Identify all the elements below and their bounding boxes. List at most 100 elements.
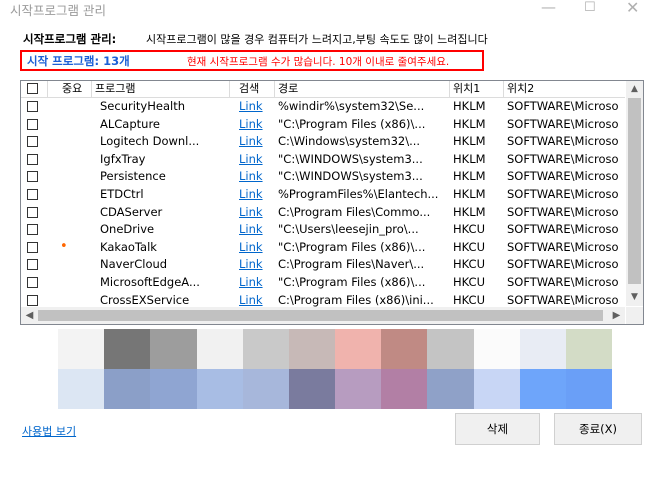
scroll-down-button[interactable]: ▼ [626, 289, 643, 306]
row-search-link[interactable]: Link [230, 221, 275, 238]
row-checkbox-cell [21, 186, 48, 203]
row-checkbox[interactable] [27, 189, 38, 200]
row-checkbox[interactable] [27, 101, 38, 112]
maximize-button[interactable]: ☐ [584, 0, 596, 15]
startup-warning: 현재 시작프로그램 수가 많습니다. 10개 이내로 줄여주세요. [187, 56, 450, 68]
table-row[interactable]: SecurityHealth Link %windir%\system32\Se..… [21, 98, 625, 116]
color-swatch [335, 329, 382, 369]
row-search-link[interactable]: Link [230, 239, 275, 256]
row-checkbox-cell [21, 151, 48, 168]
color-swatch [242, 369, 290, 409]
table-row[interactable]: ETDCtrl Link %ProgramFiles%\Elantech... HKL… [21, 186, 625, 204]
row-path: "C:\WINDOWS\system3... [278, 151, 423, 166]
horizontal-scrollbar[interactable]: ◀ ▶ [21, 307, 625, 324]
row-program-name: ETDCtrl [100, 187, 144, 201]
table-header: 중요 프로그램 검색 경로 위치1 위치2 [21, 81, 625, 98]
row-search-link[interactable]: Link [230, 168, 275, 185]
startup-program-table[interactable]: 중요 프로그램 검색 경로 위치1 위치2 SecurityHealth Link… [20, 80, 644, 325]
row-checkbox[interactable] [27, 224, 38, 236]
row-search-link[interactable]: Link [230, 256, 275, 273]
row-location2: SOFTWARE\Microso [507, 151, 619, 166]
row-checkbox[interactable] [27, 206, 38, 218]
column-header-program[interactable]: 프로그램 [92, 81, 230, 97]
row-search-link[interactable]: Link [230, 186, 275, 203]
column-header-search[interactable]: 검색 [230, 81, 275, 97]
row-search-link[interactable]: Link [230, 98, 275, 115]
table-row[interactable]: ALCapture Link "C:\Program Files (x86)\...… [21, 116, 625, 134]
row-checkbox[interactable] [27, 277, 38, 288]
row-location1: HKCU [453, 275, 486, 289]
row-location2: SOFTWARE\Microso [507, 134, 619, 149]
color-swatch [519, 369, 567, 409]
table-row[interactable]: IgfxTray Link "C:\WINDOWS\system3... HKLM SO… [21, 151, 625, 169]
view-usage-link[interactable]: 사용법 보기 [22, 423, 76, 439]
table-row[interactable]: CDAServer Link C:\Program Files\Commo... HK… [21, 204, 625, 222]
header-select-all[interactable] [21, 81, 48, 97]
row-important [48, 221, 92, 238]
color-swatch [381, 369, 428, 409]
color-swatch [565, 329, 613, 369]
title-bar: 시작프로그램 관리 — ☐ ✕ [0, 0, 655, 22]
row-location1: HKCU [453, 239, 486, 254]
row-checkbox[interactable] [27, 136, 38, 148]
column-header-path[interactable]: 경로 [275, 81, 450, 97]
color-swatch [381, 329, 428, 369]
table-row[interactable]: OneDrive Link "C:\Users\leesejin_pro\... HK… [21, 221, 625, 239]
color-swatch [58, 329, 105, 369]
row-search-link[interactable]: Link [230, 151, 275, 168]
row-checkbox[interactable] [27, 294, 38, 306]
color-swatch [196, 329, 244, 369]
color-swatch [519, 329, 567, 369]
column-header-location2[interactable]: 위치2 [504, 81, 625, 97]
row-program-name: KakaoTalk [100, 239, 157, 254]
horizontal-scroll-thumb[interactable] [38, 310, 603, 321]
scroll-left-button[interactable]: ◀ [21, 307, 38, 324]
row-path: C:\Windows\system32\... [278, 134, 421, 149]
row-search-link[interactable]: Link [230, 133, 275, 150]
row-checkbox[interactable] [27, 118, 38, 130]
row-search-link[interactable]: Link [230, 274, 275, 291]
row-checkbox[interactable] [27, 153, 38, 165]
row-location1: HKLM [453, 99, 486, 113]
row-location1: HKLM [453, 151, 486, 166]
minimize-button[interactable]: — [541, 0, 556, 16]
column-header-important[interactable]: 중요 [48, 81, 92, 97]
row-search-link[interactable]: Link [230, 116, 275, 133]
row-checkbox-cell [21, 204, 48, 221]
row-path: "C:\Program Files (x86)\... [278, 116, 426, 131]
row-path: "C:\WINDOWS\system3... [278, 169, 423, 184]
row-program-name: CDAServer [100, 204, 163, 219]
select-all-checkbox[interactable] [27, 83, 38, 94]
vertical-scrollbar[interactable]: ▲ ▼ [626, 81, 643, 306]
row-location1: HKLM [453, 169, 486, 184]
row-location1: HKCU [453, 222, 486, 237]
scroll-right-button[interactable]: ▶ [608, 307, 625, 324]
row-location2: SOFTWARE\Microso [507, 275, 619, 289]
row-program-name: SecurityHealth [100, 99, 185, 113]
row-checkbox[interactable] [27, 171, 38, 183]
row-checkbox[interactable] [27, 259, 38, 271]
row-location2: SOFTWARE\Microso [507, 222, 619, 237]
row-search-link[interactable]: Link [230, 204, 275, 221]
row-location1: HKLM [453, 134, 486, 149]
delete-button[interactable]: 삭제 [455, 413, 540, 445]
table-row[interactable]: MicrosoftEdgeA... Link "C:\Program Files (… [21, 274, 625, 292]
color-swatch [58, 369, 105, 409]
table-row[interactable]: Logitech Downl... Link C:\Windows\system32… [21, 133, 625, 151]
row-important [48, 133, 92, 150]
table-row[interactable]: • KakaoTalk Link "C:\Program Files (x86)\..… [21, 239, 625, 257]
table-row[interactable]: Persistence Link "C:\WINDOWS\system3... HKL… [21, 168, 625, 186]
row-important [48, 256, 92, 273]
row-checkbox-cell [21, 256, 48, 273]
column-header-location1[interactable]: 위치1 [450, 81, 504, 97]
exit-button[interactable]: 종료(X) [554, 413, 642, 445]
row-checkbox[interactable] [27, 241, 38, 253]
row-important: • [60, 238, 68, 254]
vertical-scroll-thumb[interactable] [628, 98, 641, 284]
row-program-name: IgfxTray [100, 151, 146, 166]
scroll-up-button[interactable]: ▲ [626, 81, 643, 98]
table-row[interactable]: NaverCloud Link C:\Program Files\Naver\...… [21, 256, 625, 274]
row-location2: SOFTWARE\Microso [507, 187, 619, 201]
row-important [48, 98, 92, 115]
close-window-button[interactable]: ✕ [626, 0, 639, 17]
